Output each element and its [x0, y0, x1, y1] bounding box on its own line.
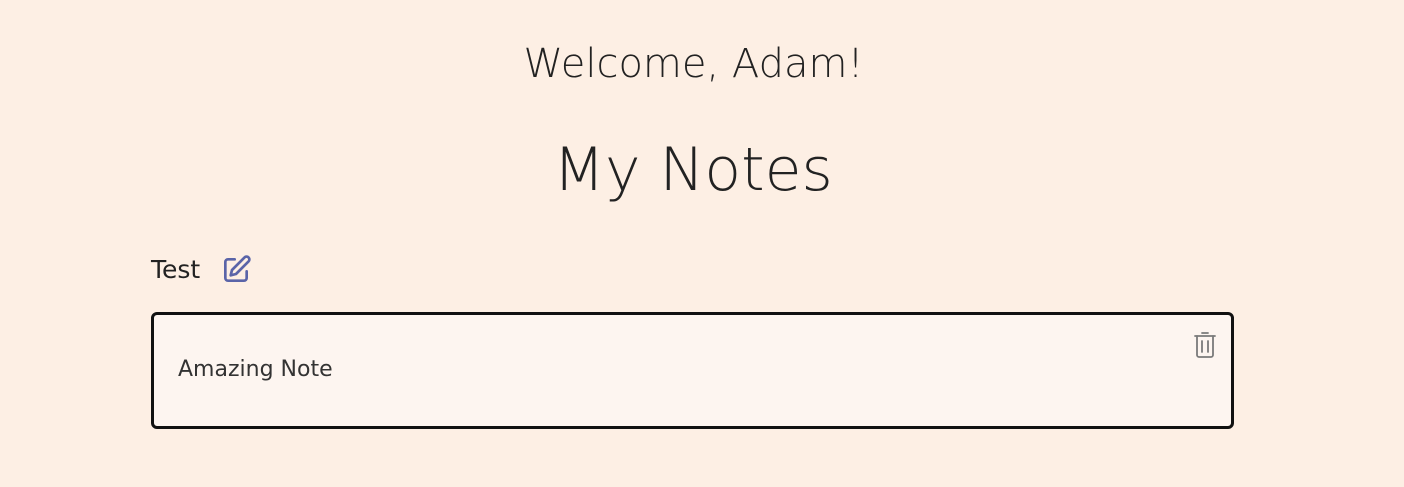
trash-icon: [1194, 332, 1216, 358]
note-group-name: Test: [151, 255, 201, 284]
note-group-header: Test: [151, 252, 252, 288]
welcome-message: Welcome, Adam!: [523, 41, 864, 87]
note-text: Amazing Note: [178, 357, 333, 382]
note-card[interactable]: Amazing Note: [151, 312, 1234, 429]
edit-icon: [224, 255, 251, 282]
page-title: My Notes: [553, 135, 833, 205]
delete-note-button[interactable]: [1191, 329, 1219, 361]
edit-group-button[interactable]: [220, 254, 252, 286]
